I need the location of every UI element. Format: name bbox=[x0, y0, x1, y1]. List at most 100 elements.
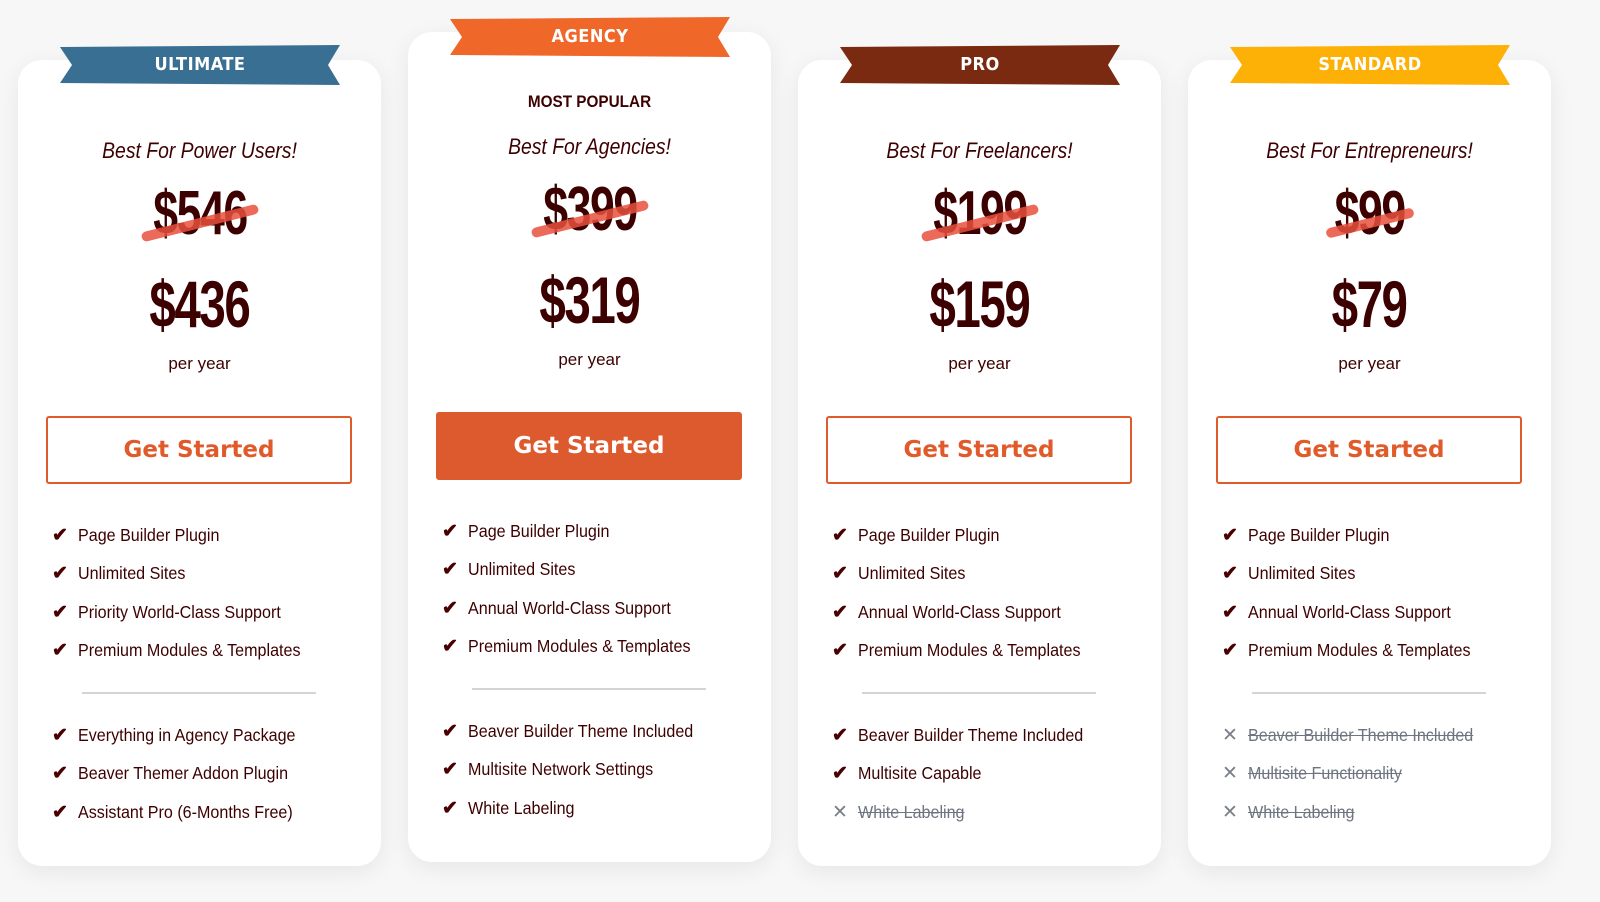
check-icon: ✔ bbox=[442, 520, 458, 542]
plan-name: AGENCY bbox=[551, 26, 629, 47]
feature-label: White Labeling bbox=[1248, 801, 1355, 822]
feature-item-included: ✔ Annual World-Class Support bbox=[442, 589, 761, 628]
plan-name: ULTIMATE bbox=[154, 54, 246, 75]
get-started-button[interactable]: Get Started bbox=[826, 416, 1132, 484]
feature-label: Multisite Network Settings bbox=[468, 759, 654, 780]
feature-item-included: ✔ Premium Modules & Templates bbox=[52, 632, 371, 671]
plan-card-agency: AGENCY MOST POPULAR Best For Agencies! $… bbox=[408, 17, 771, 862]
current-price-value: $79 bbox=[1332, 267, 1408, 341]
feature-label: Page Builder Plugin bbox=[468, 520, 610, 541]
feature-item-excluded: ✕ White Labeling bbox=[832, 793, 1151, 832]
check-icon: ✔ bbox=[52, 801, 68, 823]
feature-label: Beaver Themer Addon Plugin bbox=[78, 763, 289, 784]
feature-label: Annual World-Class Support bbox=[858, 601, 1061, 622]
feature-label: Priority World-Class Support bbox=[78, 601, 281, 622]
current-price-value: $319 bbox=[539, 263, 641, 337]
feature-label: Premium Modules & Templates bbox=[468, 636, 691, 657]
check-icon: ✔ bbox=[1222, 524, 1238, 546]
feature-divider bbox=[472, 688, 706, 690]
extra-feature-list: ✔ Beaver Builder Theme Included ✔ Multisite… bbox=[832, 716, 1151, 832]
feature-label: Premium Modules & Templates bbox=[78, 640, 301, 661]
check-icon: ✔ bbox=[1222, 601, 1238, 623]
check-icon: ✔ bbox=[832, 724, 848, 746]
plan-card-ultimate: ULTIMATE Best For Power Users! $546 $436… bbox=[18, 45, 381, 866]
feature-item-included: ✔ Multisite Capable bbox=[832, 755, 1151, 794]
billing-period: per year bbox=[1338, 354, 1401, 373]
feature-label: Premium Modules & Templates bbox=[858, 640, 1081, 661]
feature-label: Unlimited Sites bbox=[468, 559, 576, 580]
check-icon: ✔ bbox=[442, 720, 458, 742]
feature-label: Unlimited Sites bbox=[858, 563, 966, 584]
extra-feature-list: ✔ Beaver Builder Theme Included ✔ Multisite… bbox=[442, 712, 761, 828]
check-icon: ✔ bbox=[442, 636, 458, 658]
feature-label: Page Builder Plugin bbox=[78, 524, 220, 545]
plan-ribbon: STANDARD bbox=[1230, 45, 1510, 85]
feature-item-included: ✔ Page Builder Plugin bbox=[442, 512, 761, 551]
billing-period: per year bbox=[168, 354, 231, 373]
cross-icon: ✕ bbox=[1222, 724, 1238, 746]
current-price: $79 bbox=[1188, 266, 1551, 342]
feature-label: Page Builder Plugin bbox=[1248, 524, 1390, 545]
feature-divider bbox=[1252, 692, 1486, 694]
plan-card-standard: STANDARD Best For Entrepreneurs! $99 $79… bbox=[1188, 45, 1551, 866]
feature-item-included: ✔ Annual World-Class Support bbox=[832, 593, 1151, 632]
get-started-button[interactable]: Get Started bbox=[436, 412, 742, 480]
feature-item-included: ✔ Priority World-Class Support bbox=[52, 593, 371, 632]
check-icon: ✔ bbox=[442, 597, 458, 619]
feature-label: Page Builder Plugin bbox=[858, 524, 1000, 545]
feature-list: ✔ Page Builder Plugin ✔ Unlimited Sites ✔ Pri… bbox=[52, 516, 371, 670]
cross-icon: ✕ bbox=[1222, 763, 1238, 785]
feature-item-excluded: ✕ Beaver Builder Theme Included bbox=[1222, 716, 1541, 755]
extra-feature-list: ✕ Beaver Builder Theme Included ✕ Multisite… bbox=[1222, 716, 1541, 832]
feature-label: Beaver Builder Theme Included bbox=[858, 724, 1084, 745]
check-icon: ✔ bbox=[442, 797, 458, 819]
billing-period: per year bbox=[558, 350, 621, 369]
current-price: $159 bbox=[798, 266, 1161, 342]
feature-item-included: ✔ Beaver Builder Theme Included bbox=[832, 716, 1151, 755]
feature-item-included: ✔ Beaver Builder Theme Included bbox=[442, 712, 761, 751]
feature-item-included: ✔ Page Builder Plugin bbox=[52, 516, 371, 555]
plan-tagline: Best For Freelancers! bbox=[886, 138, 1073, 163]
feature-item-included: ✔ White Labeling bbox=[442, 789, 761, 828]
pricing-table: ULTIMATE Best For Power Users! $546 $436… bbox=[0, 0, 1600, 902]
feature-item-included: ✔ Beaver Themer Addon Plugin bbox=[52, 755, 371, 794]
feature-item-included: ✔ Everything in Agency Package bbox=[52, 716, 371, 755]
check-icon: ✔ bbox=[52, 524, 68, 546]
get-started-button[interactable]: Get Started bbox=[1216, 416, 1522, 484]
check-icon: ✔ bbox=[52, 601, 68, 623]
feature-list: ✔ Page Builder Plugin ✔ Unlimited Sites ✔ Ann… bbox=[1222, 516, 1541, 670]
plan-tagline: Best For Agencies! bbox=[508, 134, 671, 159]
plan-name: PRO bbox=[960, 54, 1000, 75]
original-price: $399 bbox=[408, 174, 771, 245]
feature-item-included: ✔ Unlimited Sites bbox=[832, 555, 1151, 594]
plan-card-pro: PRO Best For Freelancers! $199 $159 per … bbox=[798, 45, 1161, 866]
check-icon: ✔ bbox=[52, 640, 68, 662]
feature-item-included: ✔ Annual World-Class Support bbox=[1222, 593, 1541, 632]
original-price: $546 bbox=[18, 178, 381, 249]
feature-item-included: ✔ Premium Modules & Templates bbox=[1222, 632, 1541, 671]
feature-label: Premium Modules & Templates bbox=[1248, 640, 1471, 661]
check-icon: ✔ bbox=[832, 640, 848, 662]
feature-item-included: ✔ Page Builder Plugin bbox=[1222, 516, 1541, 555]
current-price: $436 bbox=[18, 266, 381, 342]
plan-tagline: Best For Power Users! bbox=[102, 138, 297, 163]
feature-label: Assistant Pro (6-Months Free) bbox=[78, 801, 293, 822]
feature-label: Annual World-Class Support bbox=[468, 597, 671, 618]
check-icon: ✔ bbox=[832, 563, 848, 585]
original-price: $199 bbox=[798, 178, 1161, 249]
billing-period: per year bbox=[948, 354, 1011, 373]
check-icon: ✔ bbox=[442, 759, 458, 781]
get-started-button[interactable]: Get Started bbox=[46, 416, 352, 484]
check-icon: ✔ bbox=[52, 563, 68, 585]
current-price-value: $436 bbox=[149, 267, 251, 341]
original-price: $99 bbox=[1188, 178, 1551, 249]
current-price-value: $159 bbox=[929, 267, 1031, 341]
feature-label: Unlimited Sites bbox=[78, 563, 186, 584]
feature-label: Unlimited Sites bbox=[1248, 563, 1356, 584]
feature-divider bbox=[862, 692, 1096, 694]
plan-ribbon: ULTIMATE bbox=[60, 45, 340, 85]
feature-label: White Labeling bbox=[468, 797, 575, 818]
feature-item-excluded: ✕ Multisite Functionality bbox=[1222, 755, 1541, 794]
plan-ribbon: PRO bbox=[840, 45, 1120, 85]
cross-icon: ✕ bbox=[832, 801, 848, 823]
